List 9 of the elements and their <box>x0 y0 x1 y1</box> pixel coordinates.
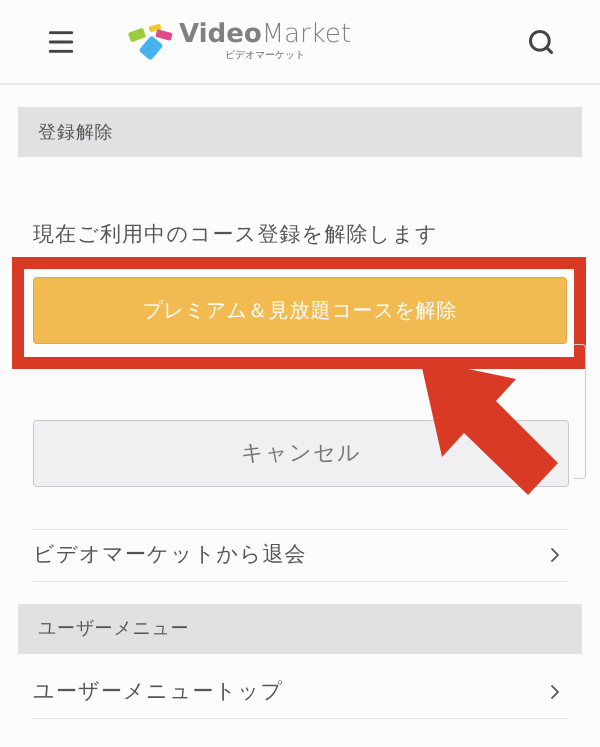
logo-icon <box>127 24 175 60</box>
menu-link[interactable]: ユーザーメニュートップ <box>33 666 567 718</box>
logo-subtitle: ビデオマーケット <box>225 49 306 63</box>
search-icon[interactable] <box>527 28 555 56</box>
section-title: ユーザーメニュー <box>38 617 190 641</box>
menu-link[interactable]: ビデオマーケットから退会 <box>33 528 567 582</box>
description: 現在ご利用中のコース登録を解除します <box>33 221 439 248</box>
logo-text: VideoMarket <box>179 20 352 48</box>
section-title: 登録解除 <box>38 120 114 144</box>
